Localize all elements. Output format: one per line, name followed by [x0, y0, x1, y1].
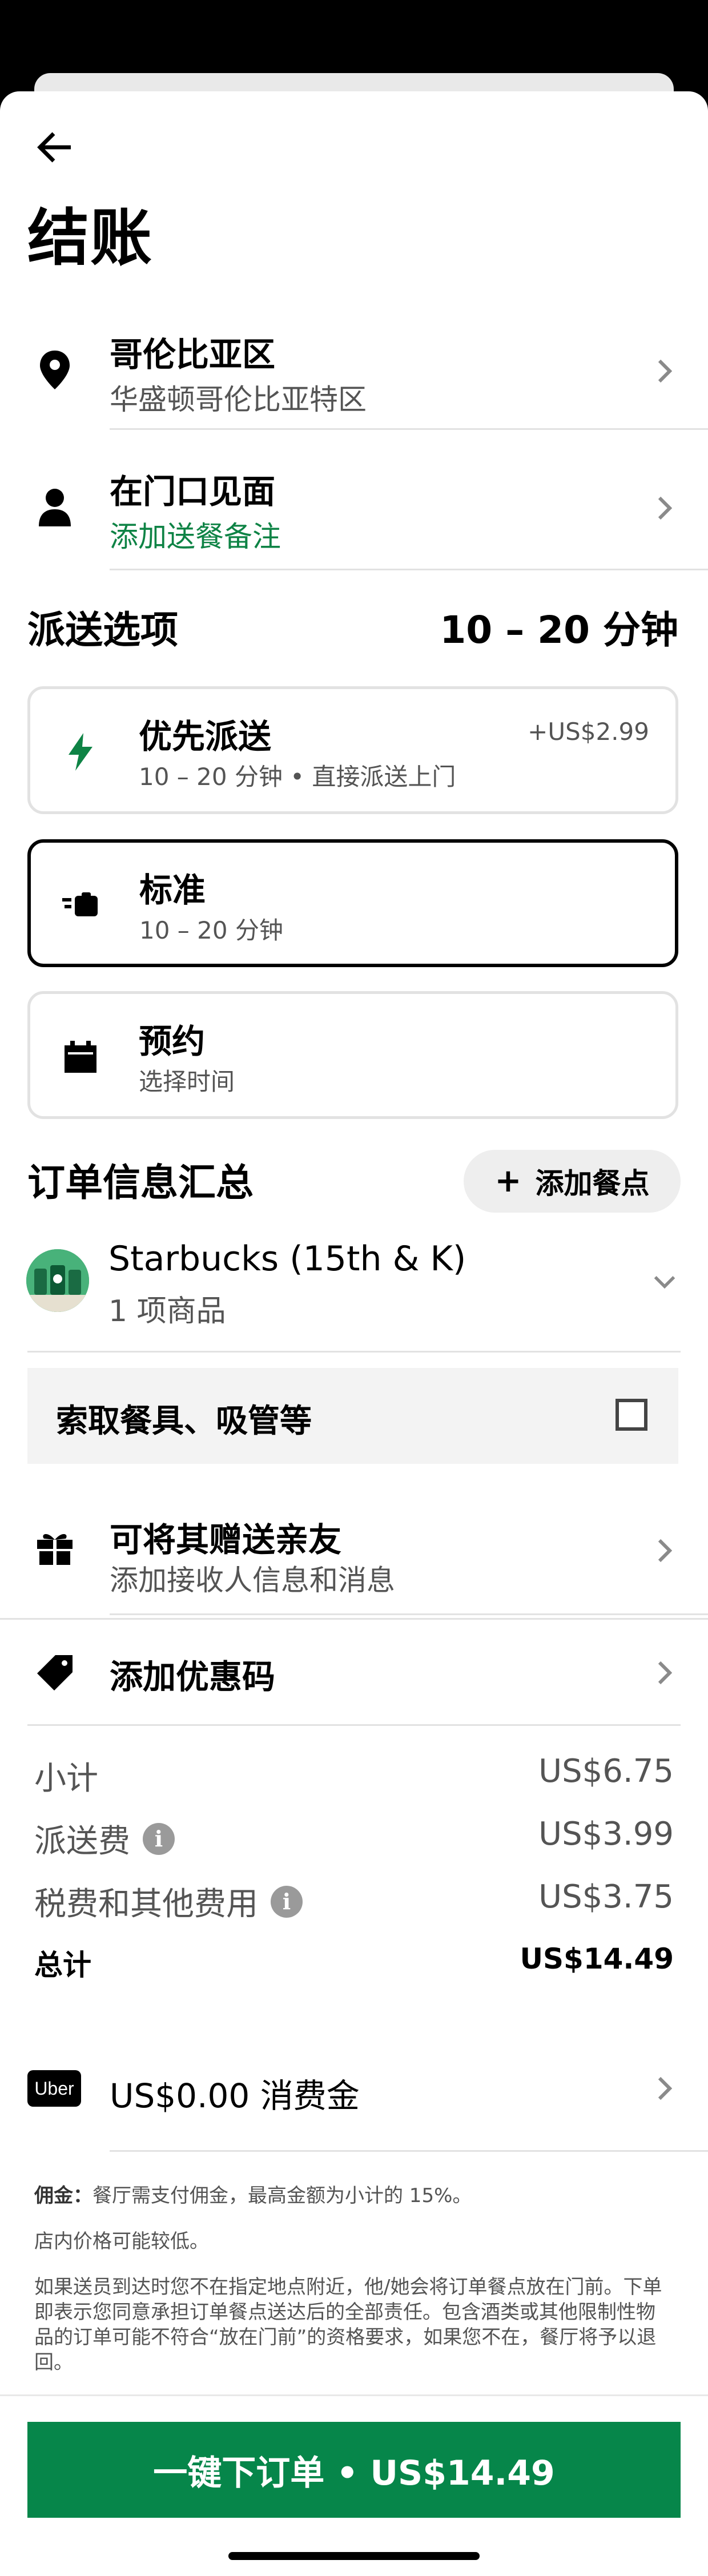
divider	[110, 569, 708, 570]
chevron-right-icon	[653, 354, 676, 388]
chevron-down-icon[interactable]	[653, 1265, 676, 1299]
back-arrow-icon[interactable]	[33, 126, 77, 169]
option-subtitle: 10 – 20 分钟	[139, 916, 283, 944]
chevron-right-icon	[653, 1533, 676, 1568]
address-subtitle: 华盛顿哥伦比亚特区	[110, 383, 367, 416]
total-label: 总计	[34, 1949, 91, 1982]
option-subtitle: 10 – 20 分钟 • 直接派送上门	[139, 763, 456, 791]
tag-icon	[33, 1651, 77, 1694]
leave-at-door-note: 如果送员到达时您不在指定地点附近，他/她会将订单餐点放在门前。下单即表示您同意承…	[34, 2276, 662, 2374]
credits-label: US$0.00 消费金	[110, 2076, 360, 2115]
uber-logo: Uber	[27, 2070, 81, 2107]
option-subtitle: 选择时间	[139, 1068, 235, 1096]
chevron-right-icon	[653, 1656, 676, 1690]
commission-note: 佣金：餐厅需支付佣金，最高金额为小计的 15%。	[34, 2184, 472, 2207]
gift-title: 可将其赠送亲友	[110, 1520, 342, 1559]
page-title: 结账	[27, 203, 154, 274]
gift-icon	[33, 1526, 77, 1569]
promo-code-row[interactable]: 添加优惠码	[0, 1627, 708, 1718]
add-items-button[interactable]: + 添加餐点	[464, 1150, 681, 1213]
person-icon	[33, 485, 77, 529]
delivery-icon	[59, 884, 103, 927]
address-title: 哥伦比亚区	[110, 335, 276, 374]
store-logo	[26, 1249, 89, 1312]
add-delivery-note-link[interactable]: 添加送餐备注	[110, 514, 281, 555]
place-order-button[interactable]: 一键下订单 • US$14.49	[27, 2422, 681, 2518]
divider	[27, 1351, 681, 1353]
standard-delivery-option[interactable]: 标准 10 – 20 分钟	[27, 839, 678, 967]
location-pin-icon	[33, 348, 77, 392]
priority-delivery-option[interactable]: 优先派送 10 – 20 分钟 • 直接派送上门 +US$2.99	[27, 686, 678, 814]
total-value: US$14.49	[520, 1942, 674, 1975]
promo-label: 添加优惠码	[110, 1657, 276, 1696]
delivery-eta: 10 – 20 分钟	[440, 608, 678, 652]
plus-icon: +	[494, 1162, 522, 1200]
option-title: 标准	[139, 871, 206, 909]
store-name: Starbucks (15th & K)	[108, 1239, 466, 1279]
price-note: 店内价格可能较低。	[34, 2230, 209, 2253]
info-icon[interactable]: i	[143, 1822, 175, 1855]
footer-divider	[0, 2394, 708, 2396]
utensils-checkbox[interactable]	[616, 1399, 647, 1431]
gift-row[interactable]: 可将其赠送亲友 添加接收人信息和消息	[0, 1490, 708, 1616]
option-price: +US$2.99	[528, 718, 649, 746]
info-icon[interactable]: i	[271, 1885, 303, 1918]
subtotal-label: 小计	[34, 1760, 98, 1797]
home-indicator	[228, 2552, 480, 2560]
divider	[110, 1613, 708, 1615]
calendar-icon	[59, 1035, 102, 1078]
divider	[0, 1618, 708, 1620]
divider	[110, 428, 708, 430]
uber-credits-row[interactable]: Uber US$0.00 消费金	[0, 2050, 708, 2130]
lightning-icon	[59, 730, 102, 774]
chevron-right-icon	[653, 491, 676, 525]
tax-label: 税费和其他费用 i	[34, 1878, 303, 1925]
checkout-sheet: 结账 哥伦比亚区 华盛顿哥伦比亚特区 在门口见面 添加送餐备注 派送选项 10 …	[0, 91, 708, 2576]
option-title: 预约	[139, 1022, 206, 1061]
delivery-fee-label: 派送费 i	[34, 1816, 175, 1862]
order-summary-title: 订单信息汇总	[27, 1161, 254, 1205]
utensils-request-row[interactable]: 索取餐具、吸管等	[27, 1368, 678, 1464]
delivery-section-title: 派送选项	[27, 608, 178, 652]
store-row[interactable]: Starbucks (15th & K) 1 项商品	[0, 1233, 708, 1359]
utensils-label: 索取餐具、吸管等	[56, 1403, 312, 1440]
gift-subtitle: 添加接收人信息和消息	[110, 1564, 395, 1597]
dropoff-row[interactable]: 在门口见面 添加送餐备注	[0, 451, 708, 565]
divider	[27, 1724, 681, 1726]
delivery-fee-value: US$3.99	[538, 1816, 674, 1853]
address-row[interactable]: 哥伦比亚区 华盛顿哥伦比亚特区	[0, 314, 708, 428]
tax-value: US$3.75	[538, 1878, 674, 1915]
dropoff-title: 在门口见面	[110, 472, 276, 511]
subtotal-value: US$6.75	[538, 1753, 674, 1790]
schedule-delivery-option[interactable]: 预约 选择时间	[27, 991, 678, 1119]
add-items-label: 添加餐点	[535, 1167, 650, 1200]
divider	[110, 2150, 708, 2152]
option-title: 优先派送	[139, 717, 272, 756]
item-count: 1 项商品	[108, 1294, 226, 1329]
chevron-right-icon	[653, 2071, 676, 2106]
